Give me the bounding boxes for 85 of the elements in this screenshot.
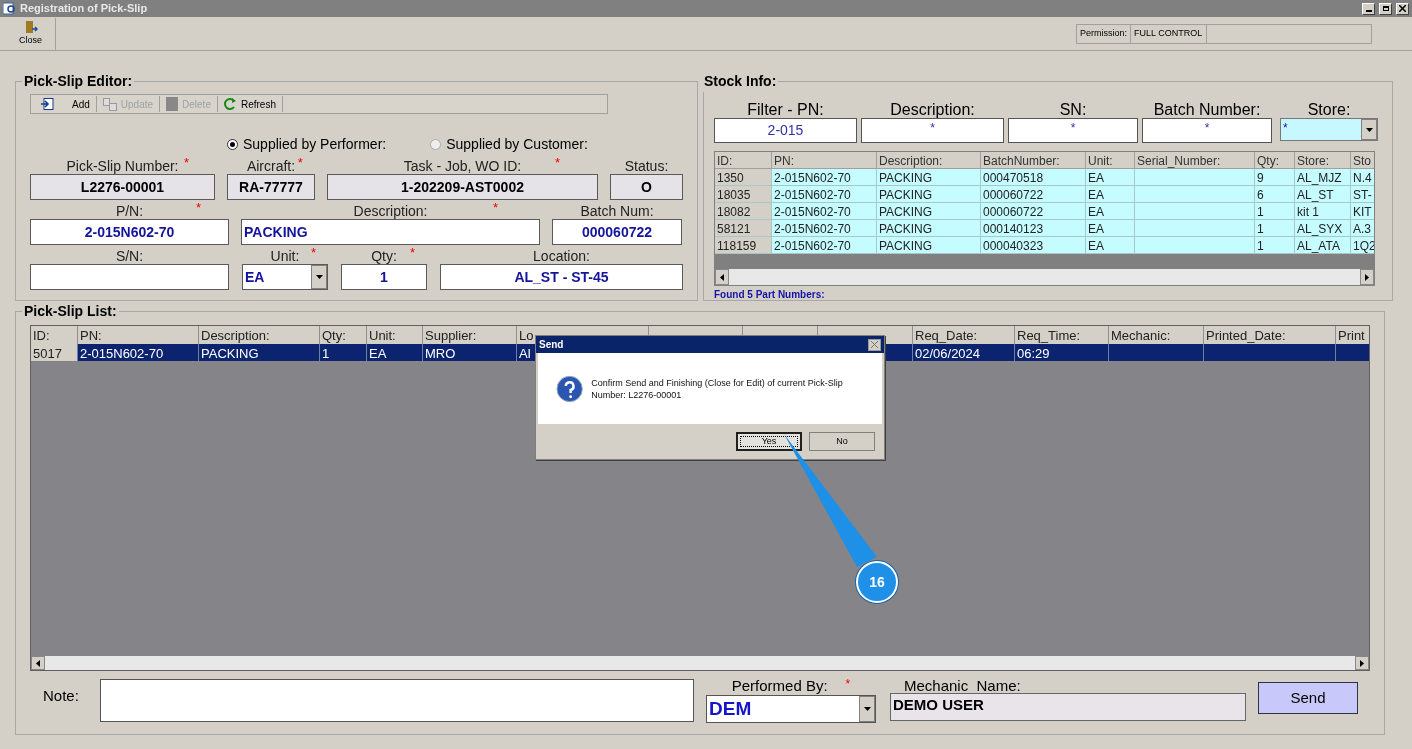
required-mark: *: [845, 676, 851, 693]
panel-title: Pick-Slip Editor:: [23, 72, 134, 91]
permission-value: FULL CONTROL: [1131, 24, 1207, 43]
table-cell: 9: [1255, 169, 1295, 186]
table-cell: 1: [1255, 220, 1295, 237]
radio-label: Supplied by Performer:: [243, 134, 387, 154]
table-cell: A.3: [1351, 220, 1374, 237]
mechanic-name-label: Mechanic Name:: [904, 676, 1022, 693]
table-cell: 1: [1255, 203, 1295, 220]
table-cell: AL_MJZ: [1295, 169, 1351, 186]
required-mark: *: [297, 154, 303, 172]
table-cell: EA: [1086, 220, 1135, 237]
panel-title: Stock Info:: [703, 72, 778, 91]
table-cell: 6: [1255, 186, 1295, 203]
field-label: Unit:: [270, 247, 300, 264]
table-cell: PACKING: [877, 220, 981, 237]
panel-title: Pick-Slip List:: [23, 302, 118, 321]
field-label: Pick-Slip Number:: [66, 157, 179, 174]
table-cell: 02/06/2024: [913, 344, 1015, 361]
note-label: Note:: [43, 686, 80, 706]
table-cell: MRO: [423, 344, 517, 361]
required-mark: *: [184, 154, 190, 172]
table-cell: 1: [320, 344, 367, 361]
table-cell: AL_ST: [1295, 186, 1351, 203]
table-cell: kit 1: [1295, 203, 1351, 220]
table-cell: EA: [1086, 186, 1135, 203]
table-cell: AL_ATA: [1295, 237, 1351, 254]
table-cell: 000140123: [981, 220, 1086, 237]
table-cell: EA: [1086, 203, 1135, 220]
field-label: Qty:: [371, 247, 397, 264]
table-cell: 2-015N602-70: [772, 169, 877, 186]
table-cell: PACKING: [199, 344, 320, 361]
filter-label: Filter - PN:: [746, 100, 825, 118]
field-label: Aircraft:: [246, 157, 296, 174]
table-cell: 000060722: [981, 186, 1086, 203]
required-mark: *: [196, 199, 202, 217]
required-mark: *: [555, 154, 561, 172]
performed-by-label: Performed By:: [731, 676, 828, 695]
table-cell: 000470518: [981, 169, 1086, 186]
table-cell: PACKING: [877, 186, 981, 203]
table-cell: 2-015N602-70: [772, 186, 877, 203]
row-header-cell: 118159: [715, 237, 772, 254]
field-label: P/N:: [115, 202, 144, 219]
table-cell: EA: [367, 344, 423, 361]
mechanic-name-field: DEMO USER: [890, 693, 1246, 721]
table-cell: AL_SYX: [1295, 220, 1351, 237]
required-mark: *: [493, 199, 499, 217]
table-cell: KIT: [1351, 203, 1374, 220]
row-header-cell: 18035: [715, 186, 772, 203]
field-label: Description:: [353, 202, 428, 219]
filter-label: Description:: [889, 100, 976, 118]
required-mark: *: [310, 244, 316, 262]
row-header-cell: 1350: [715, 169, 772, 186]
results-count: Found 5 Part Numbers:: [714, 288, 826, 302]
table-cell: N.4: [1351, 169, 1374, 186]
table-cell: 000040323: [981, 237, 1086, 254]
radio-label: Supplied by Customer:: [446, 134, 588, 154]
table-cell: ST-: [1351, 186, 1374, 203]
permission-label: Permission:: [1077, 24, 1131, 43]
table-cell: 000060722: [981, 203, 1086, 220]
dialog-message: Confirm Send and Finishing (Close for Edit) of current Pick-Slip Number: L2276-00001: [591, 376, 844, 401]
field-label: Status:: [624, 157, 669, 174]
table-cell: PACKING: [877, 169, 981, 186]
table-cell: 06:29: [1015, 344, 1109, 361]
field-label: Location:: [533, 247, 590, 264]
filter-label: SN:: [1058, 100, 1088, 118]
field-label: Batch Num:: [580, 202, 654, 219]
filter-label: Batch Number:: [1152, 100, 1262, 118]
table-cell: 2-015N602-70: [78, 344, 199, 361]
filter-label: Store:: [1306, 100, 1352, 118]
table-cell: EA: [1086, 237, 1135, 254]
table-cell: 5017: [31, 344, 78, 361]
window-title: Registration of Pick-Slip: [20, 1, 148, 17]
row-header-cell: 58121: [715, 220, 772, 237]
table-cell: 2-015N602-70: [772, 220, 877, 237]
field-label: S/N:: [115, 247, 144, 264]
table-cell: EA: [1086, 169, 1135, 186]
table-cell: 2-015N602-70: [772, 203, 877, 220]
table-cell: PACKING: [877, 203, 981, 220]
table-cell: PACKING: [877, 237, 981, 254]
field-label: Task - Job, WO ID:: [403, 157, 522, 174]
row-header-cell: 18082: [715, 203, 772, 220]
required-mark: *: [409, 244, 415, 262]
table-cell: 1: [1255, 237, 1295, 254]
table-cell: 2-015N602-70: [772, 237, 877, 254]
